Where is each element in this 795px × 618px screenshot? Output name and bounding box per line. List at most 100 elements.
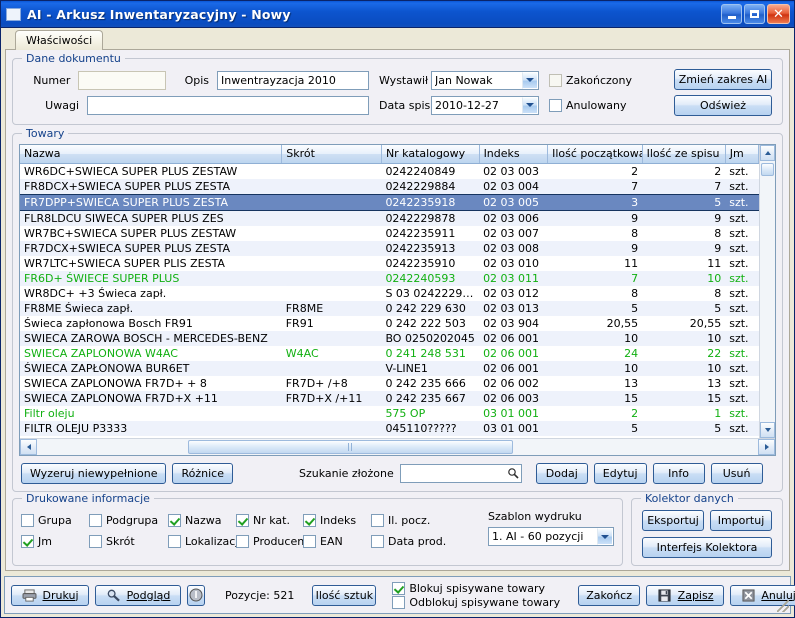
table-row[interactable]: FILTR OLEJU P3333 045110????? 03 01 001 5 5 s… <box>20 420 759 436</box>
towary-legend: Towary <box>22 127 69 140</box>
cell-ilpocz: 5 <box>547 420 643 436</box>
window-title: AI - Arkusz Inwentaryzacyjny - Nowy <box>27 6 291 22</box>
column-header-jm[interactable]: Jm <box>725 145 759 164</box>
wystawil-combo[interactable]: Jan Nowak <box>431 70 539 90</box>
importuj-button[interactable]: Importuj <box>710 510 772 531</box>
table-row[interactable]: FR8DCX+SWIECA SUPER PLUS ZESTA 0242229884… <box>20 178 759 194</box>
column-header-indeks[interactable]: Indeks <box>479 145 549 164</box>
edytuj-button[interactable]: Edytuj <box>593 463 647 484</box>
print-checkbox-ean[interactable]: EAN <box>303 535 371 548</box>
table-row[interactable]: FR7DCX+SWIECA SUPER PLUS ZESTA 0242235913… <box>20 240 759 256</box>
odblokuj-checkbox[interactable]: Odblokuj spisywane towary <box>392 595 560 609</box>
print-checkbox-nr-kat[interactable]: Nr kat. <box>236 514 303 527</box>
table-row[interactable]: FLR8LDCU SIWECA SUPER PLUS ZES 0242229878… <box>20 210 759 226</box>
scroll-right-button[interactable] <box>758 439 775 455</box>
usun-label: Usuń <box>722 467 751 480</box>
print-checkbox-il-pocz[interactable]: Il. pocz. <box>371 514 441 527</box>
zakonczony-checkbox[interactable]: Zakończony <box>549 73 632 87</box>
vertical-scroll-thumb[interactable] <box>761 163 774 176</box>
chevron-down-icon[interactable] <box>522 71 538 89</box>
print-checkbox-lokalizacja[interactable]: Lokalizacja <box>168 535 245 548</box>
print-checkbox-data-prod[interactable]: Data prod. <box>371 535 446 548</box>
vertical-scroll-track[interactable] <box>760 161 775 422</box>
eksportuj-button[interactable]: Eksportuj <box>642 510 704 531</box>
szukanie-input[interactable] <box>399 464 522 483</box>
tab-strip: Właściwości <box>1 28 794 50</box>
table-row[interactable]: SWIECA ZAPLONOWA FR7D+X +11 FR7D+X /+11 0 … <box>20 390 759 406</box>
checkbox-label: EAN <box>320 535 343 548</box>
chevron-down-icon[interactable] <box>522 96 538 114</box>
data-spisu-combo[interactable]: 2010-12-27 <box>431 95 539 115</box>
scroll-down-button[interactable] <box>760 422 775 438</box>
table-row[interactable]: FR7DPP+SWIECA SUPER PLUS ZESTA 0242235918… <box>20 193 759 211</box>
cell-jm: szt. <box>725 360 759 376</box>
tab-wlasciwosci[interactable]: Właściwości <box>15 30 104 50</box>
print-checkbox-indeks[interactable]: Indeks <box>303 514 371 527</box>
roznice-button[interactable]: Różnice <box>172 463 233 484</box>
uwagi-input[interactable] <box>87 95 369 115</box>
resize-grip-icon[interactable] <box>777 600 789 612</box>
cell-skrot <box>281 360 382 376</box>
scroll-left-button[interactable] <box>20 439 37 455</box>
print-checkbox-jm[interactable]: Jm <box>21 535 89 548</box>
print-checkbox-grupa[interactable]: Grupa <box>21 514 89 527</box>
column-header-ilspisu[interactable]: Ilość ze spisu <box>642 145 726 164</box>
info-button[interactable]: Info <box>652 463 705 484</box>
horizontal-scrollbar[interactable] <box>20 438 775 455</box>
column-header-ilpocz[interactable]: Ilość początkowa <box>547 145 643 164</box>
table-row[interactable]: WR7LTC+SWIECA SUPER PLIS ZESTA 0242235910… <box>20 255 759 271</box>
usun-button[interactable]: Usuń <box>710 463 763 484</box>
szablon-combo[interactable]: 1. AI - 60 pozycji <box>488 527 614 546</box>
close-button[interactable]: ✕ <box>767 4 790 24</box>
table-row[interactable]: Filtr oleju 575 OP 03 01 001 2 1 szt. <box>20 405 759 421</box>
print-checkbox-podgrupa[interactable]: Podgrupa <box>89 514 168 527</box>
grip-icon <box>347 443 354 451</box>
table-row[interactable]: FR8ME Świeca zapł. FR8ME 0 242 229 630 02 0… <box>20 300 759 316</box>
numer-input[interactable] <box>78 70 167 90</box>
table-row[interactable]: SWIECA ZAPLONOWA FR7D+ + 8 FR7D+ /+8 0 242… <box>20 375 759 391</box>
cell-ilpocz: 7 <box>547 178 643 194</box>
zakoncz-button[interactable]: Zakończ <box>578 584 641 606</box>
odswiez-button[interactable]: Odśwież <box>674 95 772 116</box>
maximize-button[interactable] <box>744 4 765 24</box>
print-checkbox-skr-t[interactable]: Skrót <box>89 535 168 548</box>
table-row[interactable]: SWIECA ZAROWA BOSCH - MERCEDES-BENZ BO 02… <box>20 330 759 346</box>
podglad-button[interactable]: Podgląd <box>95 584 181 606</box>
scroll-up-button[interactable] <box>760 145 775 161</box>
ilosc-sztuk-button[interactable]: Ilość sztuk <box>312 584 377 606</box>
cell-jm: szt. <box>725 315 759 331</box>
vertical-scrollbar[interactable] <box>759 145 775 438</box>
table-row[interactable]: SWIECA ZAPLONOWA W4AC W4AC 0 241 248 531 02… <box>20 345 759 361</box>
table-row[interactable]: FR6D+ ŚWIECE SUPER PLUS 0242240593 02 03 0… <box>20 270 759 286</box>
cell-indeks: 02 03 004 <box>479 178 548 194</box>
chevron-down-icon[interactable] <box>597 528 613 545</box>
table-row[interactable]: WR7BC+SWIECA SUPER PLUS ZESTAW 0242235911… <box>20 225 759 241</box>
cell-jm: szt. <box>725 390 759 406</box>
minimize-button[interactable] <box>721 4 742 24</box>
cell-jm: szt. <box>725 240 759 256</box>
drukuj-button[interactable]: Drukuj <box>11 584 89 606</box>
column-header-skrot[interactable]: Skrót <box>281 145 382 164</box>
interfejs-kolektora-button[interactable]: Interfejs Kolektora <box>642 537 772 558</box>
table-row[interactable]: WR8DC+ +3 Świeca zapł. S 03 0242229… 02 03… <box>20 285 759 301</box>
print-checkbox-nazwa[interactable]: Nazwa <box>168 514 236 527</box>
blokuj-checkbox[interactable]: Blokuj spisywane towary <box>392 581 560 595</box>
cell-jm: szt. <box>725 285 759 301</box>
wyzeruj-button[interactable]: Wyzeruj niewypełnione <box>21 463 167 484</box>
column-header-nrkat[interactable]: Nr katalogowy <box>381 145 480 164</box>
horizontal-scroll-thumb[interactable] <box>188 440 513 454</box>
table-row[interactable]: ŚWIECA ZAPŁONOWA BUR6ET V-LINE1 02 06 001 1… <box>20 360 759 376</box>
zmien-zakres-button[interactable]: Zmień zakres AI <box>674 69 772 90</box>
cell-ilpocz: 8 <box>547 225 643 241</box>
table-row[interactable]: Świeca zapłonowa Bosch FR91 FR91 0 242 222… <box>20 315 759 331</box>
zapisz-button[interactable]: Zapisz <box>646 584 725 606</box>
checkbox-label: Nr kat. <box>253 514 290 527</box>
anulowany-checkbox[interactable]: Anulowany <box>549 98 626 112</box>
print-checkbox-producent[interactable]: Producent <box>236 535 309 548</box>
column-header-nazwa[interactable]: Nazwa <box>20 145 283 164</box>
dodaj-button[interactable]: Dodaj <box>535 463 588 484</box>
horizontal-scroll-track[interactable] <box>37 439 758 455</box>
table-row[interactable]: WR6DC+SWIECA SUPER PLUS ZESTAW 0242240849… <box>20 163 759 179</box>
opis-input[interactable] <box>217 70 369 90</box>
info-icon-button[interactable] <box>187 584 205 606</box>
